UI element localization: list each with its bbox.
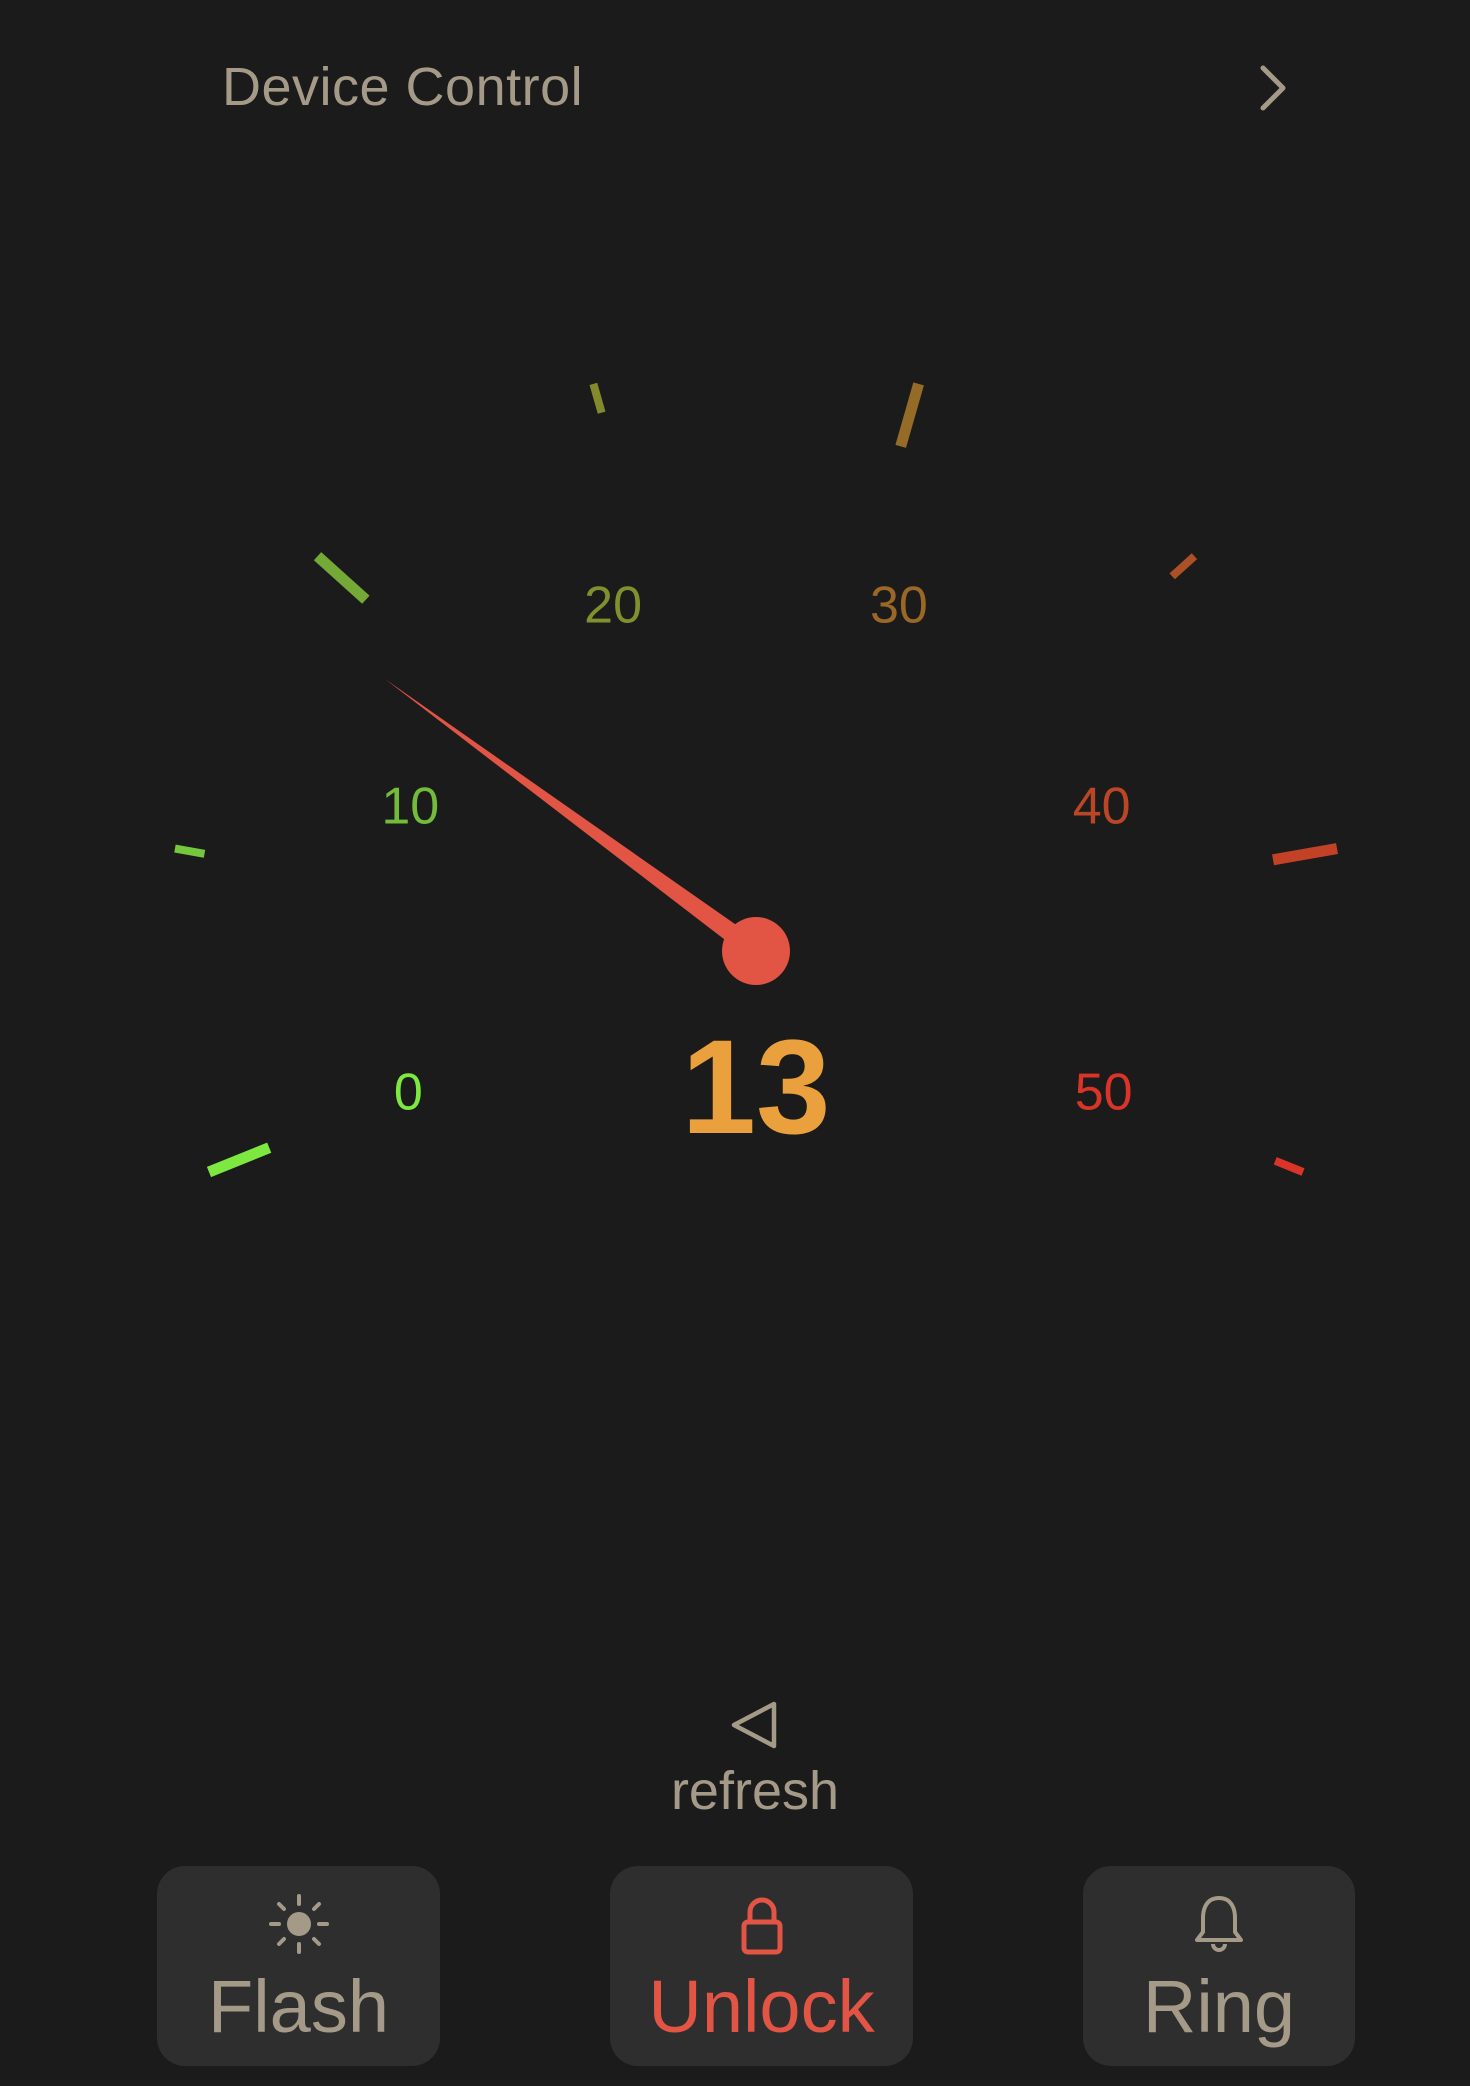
gauge-value: 13 — [681, 1013, 830, 1162]
gauge-tick — [1273, 1157, 1305, 1176]
unlock-label: Unlock — [648, 1965, 875, 2048]
gauge-scale-label: 40 — [1073, 778, 1131, 836]
gauge-tick — [589, 382, 606, 414]
gauge-scale-label: 0 — [394, 1063, 423, 1121]
gauge-tick — [1272, 843, 1338, 866]
gauge-tick — [895, 382, 924, 448]
ring-label: Ring — [1142, 1965, 1296, 2048]
gauge-hub — [722, 917, 790, 985]
gauge-tick — [313, 552, 370, 604]
flash-button[interactable]: Flash — [157, 1866, 440, 2066]
unlock-button[interactable]: Unlock — [610, 1866, 913, 2066]
bell-icon — [1195, 1896, 1243, 1952]
ring-button[interactable]: Ring — [1083, 1866, 1355, 2066]
gauge-scale-label: 50 — [1075, 1063, 1133, 1121]
lock-icon — [741, 1897, 782, 1955]
flash-label: Flash — [208, 1965, 389, 2048]
gauge-needle — [384, 679, 762, 960]
gauge-tick — [1169, 553, 1198, 580]
gauge-scale-label: 20 — [584, 576, 642, 634]
refresh-label: refresh — [670, 1761, 840, 1821]
gauge-tick — [174, 844, 206, 858]
sun-icon — [268, 1894, 329, 1954]
gauge-scale-label: 10 — [381, 778, 439, 836]
gauge-tick — [206, 1142, 272, 1178]
triangle-left-icon — [731, 1701, 777, 1749]
refresh-button[interactable]: refresh — [600, 1700, 910, 1821]
gauge-scale-label: 30 — [870, 576, 928, 634]
